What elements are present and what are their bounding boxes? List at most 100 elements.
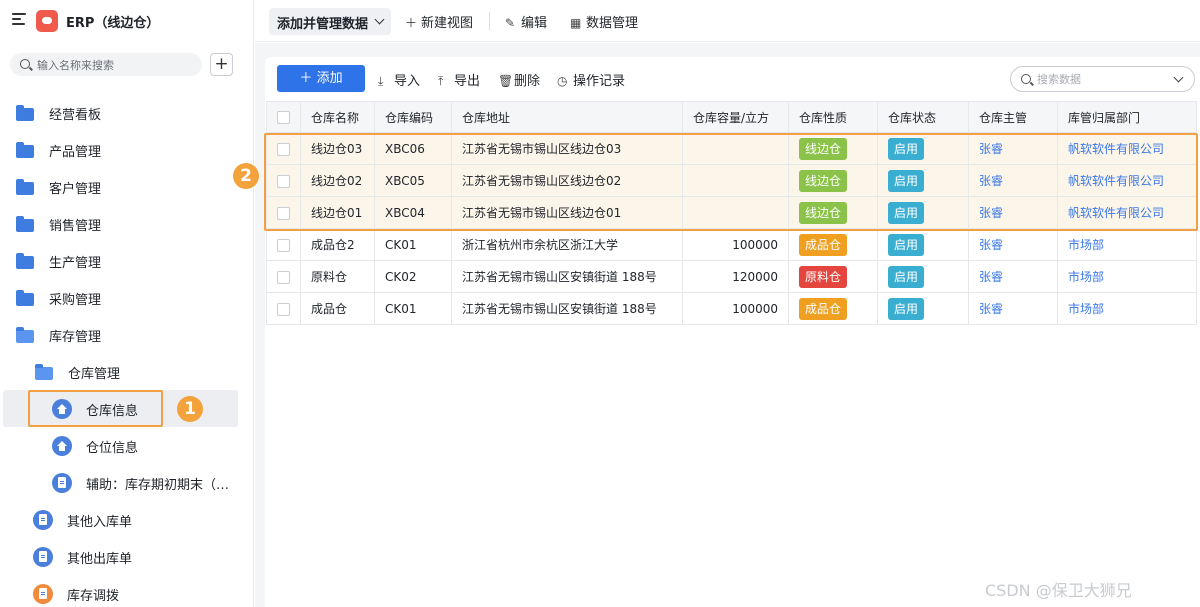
sidebar-item-transfer[interactable]: 库存调拨 <box>0 579 240 607</box>
add-menu-button[interactable]: + <box>210 53 233 76</box>
warehouse-dept-cell: 帆软软件有限公司 <box>1057 132 1197 165</box>
row-checkbox[interactable] <box>277 174 290 188</box>
table-body: 线边仓03 XBC06 江苏省无锡市锡山区线边仓03 线边仓 启用 张睿 帆软软件有限公司线… <box>266 132 1197 325</box>
dept-link[interactable]: 帆软软件有限公司 <box>1068 174 1164 188</box>
row-select-cell[interactable] <box>266 292 301 325</box>
row-checkbox[interactable] <box>277 206 290 220</box>
warehouse-name-cell: 成品仓 <box>300 292 375 325</box>
table-row[interactable]: 原料仓 CK02 江苏省无锡市锡山区安镇街道 188号 120000 原料仓 启用 张睿 市场… <box>266 260 1197 293</box>
folder-open-icon <box>16 327 34 343</box>
sidebar-item-inventory-period[interactable]: 辅助：库存期初期末（… <box>0 468 240 498</box>
table-row[interactable]: 线边仓03 XBC06 江苏省无锡市锡山区线边仓03 线边仓 启用 张睿 帆软软件有限公司 <box>266 132 1197 165</box>
pencil-icon: ✎ <box>505 16 516 30</box>
manager-link[interactable]: 张睿 <box>979 206 1003 220</box>
import-button[interactable]: ⤓ 导入 <box>378 70 420 89</box>
warehouse-capacity-cell: 100000 <box>682 228 789 261</box>
column-header[interactable]: 仓库地址 <box>451 101 683 133</box>
sidebar-item-warehouse-management[interactable]: 仓库管理 <box>0 357 240 387</box>
warehouse-code-cell: XBC04 <box>374 196 452 229</box>
sidebar-item-inventory[interactable]: 库存管理 <box>0 320 240 350</box>
column-header[interactable]: 仓库名称 <box>300 101 375 133</box>
row-checkbox[interactable] <box>277 302 290 316</box>
manager-link[interactable]: 张睿 <box>979 270 1003 284</box>
data-search-input[interactable] <box>1037 71 1167 87</box>
warehouse-manager-cell: 张睿 <box>968 260 1058 293</box>
sidebar-item-sales[interactable]: 销售管理 <box>0 209 240 239</box>
chevron-down-icon[interactable] <box>1173 72 1184 83</box>
dept-link[interactable]: 帆软软件有限公司 <box>1068 206 1164 220</box>
table-row[interactable]: 成品仓 CK01 江苏省无锡市锡山区安镇街道 188号 100000 成品仓 启用 张睿 市场… <box>266 292 1197 325</box>
warehouse-nature-cell: 成品仓 <box>788 228 878 261</box>
manager-link[interactable]: 张睿 <box>979 142 1003 156</box>
row-checkbox[interactable] <box>277 238 290 252</box>
sidebar-item-other-inbound[interactable]: 其他入库单 <box>0 505 240 535</box>
sidebar-item-production[interactable]: 生产管理 <box>0 246 240 276</box>
folder-icon <box>16 290 34 306</box>
plus-icon: ＋ <box>299 71 317 86</box>
menu-toggle-icon[interactable] <box>12 13 26 27</box>
warehouse-manager-cell: 张睿 <box>968 228 1058 261</box>
warehouse-status-cell: 启用 <box>877 196 969 229</box>
nature-tag: 原料仓 <box>799 265 848 288</box>
nature-tag: 线边仓 <box>799 137 848 160</box>
column-header[interactable]: 仓库主管 <box>968 101 1058 133</box>
warehouse-name-cell: 原料仓 <box>300 260 375 293</box>
warehouse-dept-cell: 帆软软件有限公司 <box>1057 196 1197 229</box>
warehouse-name-cell: 成品仓2 <box>300 228 375 261</box>
table-row[interactable]: 成品仓2 CK01 浙江省杭州市余杭区浙江大学 100000 成品仓 启用 张睿 市场部 <box>266 228 1197 261</box>
sidebar-item-other-outbound[interactable]: 其他出库单 <box>0 542 240 572</box>
row-checkbox[interactable] <box>277 270 290 284</box>
select-all-checkbox[interactable] <box>277 111 290 124</box>
manage-data-dropdown[interactable]: 添加并管理数据 <box>269 8 391 35</box>
table-row[interactable]: 线边仓02 XBC05 江苏省无锡市锡山区线边仓02 线边仓 启用 张睿 帆软软件有限公司 <box>266 164 1197 197</box>
warehouse-capacity-cell <box>682 196 789 229</box>
column-header[interactable]: 库管归属部门 <box>1057 101 1197 133</box>
manage-data-label: 添加并管理数据 <box>277 17 369 32</box>
data-manage-button[interactable]: ▦ 数据管理 <box>570 12 638 31</box>
sidebar-search[interactable]: 输入名称来搜索 <box>10 53 202 76</box>
grid-icon: ▦ <box>570 16 582 30</box>
column-header[interactable]: 仓库状态 <box>877 101 969 133</box>
row-select-cell[interactable] <box>266 196 301 229</box>
row-select-cell[interactable] <box>266 228 301 261</box>
select-all-cell[interactable] <box>266 101 301 133</box>
warehouse-status-cell: 启用 <box>877 132 969 165</box>
delete-button[interactable]: 🗑删除 <box>498 70 540 89</box>
new-view-button[interactable]: ＋新建视图 <box>405 12 473 31</box>
data-search[interactable] <box>1010 66 1195 92</box>
warehouse-code-cell: XBC05 <box>374 164 452 197</box>
add-record-button[interactable]: ＋ 添加 <box>277 65 365 92</box>
column-header[interactable]: 仓库容量/立方 <box>682 101 789 133</box>
row-select-cell[interactable] <box>266 260 301 293</box>
sidebar: ERP（线边仓） 输入名称来搜索 + 经营看板 产品管理 客户管理 销售管理 生… <box>0 0 254 607</box>
edit-button[interactable]: ✎ 编辑 <box>505 12 547 31</box>
sidebar-item-purchasing[interactable]: 采购管理 <box>0 283 240 313</box>
manager-link[interactable]: 张睿 <box>979 238 1003 252</box>
warehouse-address-cell: 江苏省无锡市锡山区线边仓03 <box>451 132 683 165</box>
sidebar-item-location-info[interactable]: 仓位信息 <box>0 431 240 461</box>
column-header[interactable]: 仓库性质 <box>788 101 878 133</box>
manager-link[interactable]: 张睿 <box>979 302 1003 316</box>
export-icon: ⤒ <box>438 74 444 88</box>
warehouse-status-cell: 启用 <box>877 228 969 261</box>
dept-link[interactable]: 帆软软件有限公司 <box>1068 142 1164 156</box>
history-button[interactable]: ◷ 操作记录 <box>557 70 625 89</box>
warehouse-dept-cell: 市场部 <box>1057 292 1197 325</box>
column-header[interactable]: 仓库编码 <box>374 101 452 133</box>
sidebar-item-products[interactable]: 产品管理 <box>0 135 240 165</box>
table-row[interactable]: 线边仓01 XBC04 江苏省无锡市锡山区线边仓01 线边仓 启用 张睿 帆软软件有限公司 <box>266 196 1197 229</box>
row-select-cell[interactable] <box>266 132 301 165</box>
step-badge-1: 1 <box>177 396 203 422</box>
sidebar-item-customers[interactable]: 客户管理 <box>0 172 240 202</box>
dept-link[interactable]: 市场部 <box>1068 238 1104 252</box>
sidebar-item-dashboard[interactable]: 经营看板 <box>0 98 240 128</box>
dept-link[interactable]: 市场部 <box>1068 302 1104 316</box>
warehouse-code-cell: CK01 <box>374 228 452 261</box>
manager-link[interactable]: 张睿 <box>979 174 1003 188</box>
dept-link[interactable]: 市场部 <box>1068 270 1104 284</box>
row-select-cell[interactable] <box>266 164 301 197</box>
export-button[interactable]: ⤒ 导出 <box>438 70 480 89</box>
warehouse-manager-cell: 张睿 <box>968 132 1058 165</box>
warehouse-status-cell: 启用 <box>877 260 969 293</box>
row-checkbox[interactable] <box>277 142 290 156</box>
